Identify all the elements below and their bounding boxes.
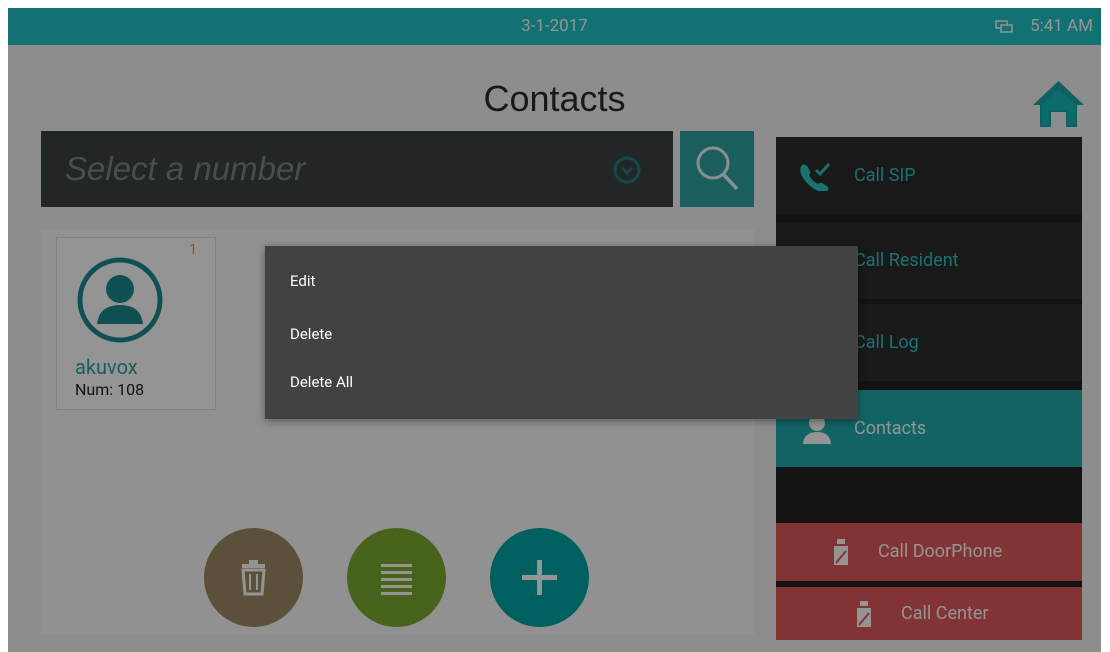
device-screen: 3-1-2017 5:41 AM Contacts Select a numbe… — [8, 8, 1101, 652]
menu-item-delete-all[interactable]: Delete All — [290, 373, 353, 391]
menu-item-delete[interactable]: Delete — [290, 325, 332, 343]
menu-item-edit[interactable]: Edit — [290, 272, 315, 290]
context-menu: Edit Delete Delete All — [265, 246, 858, 419]
